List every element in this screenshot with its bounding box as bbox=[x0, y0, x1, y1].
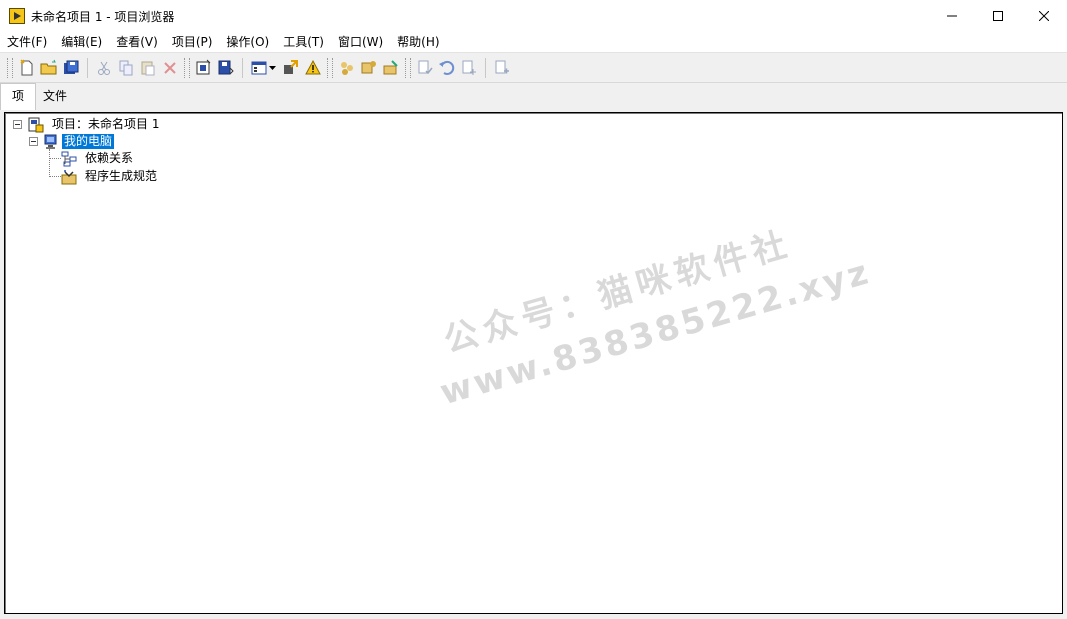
menu-help[interactable]: 帮助(H) bbox=[392, 32, 444, 52]
build-all-icon bbox=[361, 60, 376, 73]
toolbar-separator bbox=[485, 57, 486, 78]
minimize-icon bbox=[947, 15, 957, 17]
open-folder-icon bbox=[40, 59, 57, 74]
source-control-button[interactable] bbox=[414, 57, 436, 79]
toolbar-separator bbox=[87, 57, 88, 78]
check-in-icon bbox=[462, 60, 476, 75]
tree-row-dependencies[interactable]: 依赖关系 bbox=[61, 150, 135, 167]
project-properties-icon bbox=[196, 59, 211, 74]
menu-project[interactable]: 项目(P) bbox=[167, 32, 218, 52]
minimize-button[interactable] bbox=[929, 0, 975, 32]
save-all-button[interactable] bbox=[60, 57, 82, 79]
maximize-icon bbox=[993, 11, 1003, 21]
menu-bar: 文件(F) 编辑(E) 查看(V) 项目(P) 操作(O) 工具(T) 窗口(W… bbox=[0, 32, 1067, 53]
menu-view[interactable]: 查看(V) bbox=[111, 32, 163, 52]
menu-operate[interactable]: 操作(O) bbox=[221, 32, 274, 52]
chevron-down-icon bbox=[268, 65, 276, 70]
delete-icon bbox=[164, 61, 176, 74]
build-icon bbox=[341, 61, 353, 75]
undo-checkout-icon bbox=[439, 60, 455, 75]
build-button[interactable] bbox=[336, 57, 358, 79]
view-menu-button[interactable] bbox=[248, 57, 270, 79]
view-menu-dropdown[interactable] bbox=[268, 57, 276, 79]
tree-label-dependencies: 依赖关系 bbox=[85, 151, 134, 165]
computer-icon bbox=[44, 134, 57, 149]
delete-button[interactable] bbox=[159, 57, 181, 79]
dependencies-icon bbox=[61, 151, 77, 166]
menu-window[interactable]: 窗口(W) bbox=[333, 32, 388, 52]
close-button[interactable] bbox=[1021, 0, 1067, 32]
collapse-toggle[interactable] bbox=[29, 137, 38, 146]
add-to-source-button[interactable] bbox=[491, 57, 513, 79]
view-menu-icon bbox=[251, 61, 267, 74]
menu-file[interactable]: 文件(F) bbox=[2, 32, 52, 52]
tree-label-my-computer: 我的电脑 bbox=[62, 134, 115, 149]
toolbar-grip[interactable] bbox=[405, 57, 411, 78]
toolbar-separator bbox=[242, 57, 243, 78]
tree-label-build-specs: 程序生成规范 bbox=[85, 169, 158, 183]
toolbar bbox=[0, 53, 1067, 83]
warning-icon bbox=[305, 59, 321, 74]
clean-button[interactable] bbox=[380, 57, 402, 79]
new-icon bbox=[20, 58, 33, 75]
build-specifications-icon bbox=[61, 169, 77, 184]
maximize-button[interactable] bbox=[975, 0, 1021, 32]
deploy-button[interactable] bbox=[280, 57, 302, 79]
clean-icon bbox=[383, 59, 398, 74]
toolbar-grip[interactable] bbox=[327, 57, 333, 78]
undo-checkout-button[interactable] bbox=[436, 57, 458, 79]
source-control-icon bbox=[418, 60, 433, 74]
project-tree[interactable]: 项目：未命名项目 1 我的电脑 依赖关系 程序生成规范 bbox=[4, 112, 1063, 614]
deploy-icon bbox=[284, 59, 298, 74]
toolbar-grip[interactable] bbox=[7, 57, 13, 78]
labview-app-icon bbox=[9, 8, 25, 24]
tree-connector bbox=[49, 149, 50, 177]
project-icon bbox=[28, 117, 44, 132]
tree-row-my-computer[interactable]: 我的电脑 bbox=[29, 133, 115, 150]
project-properties-button[interactable] bbox=[193, 57, 215, 79]
paste-button[interactable] bbox=[137, 57, 159, 79]
save-all-icon bbox=[64, 60, 79, 74]
tree-row-build-specs[interactable]: 程序生成规范 bbox=[61, 168, 159, 185]
tab-files[interactable]: 文件 bbox=[35, 85, 75, 108]
paste-icon bbox=[141, 61, 155, 75]
tab-items[interactable]: 项 bbox=[0, 83, 36, 110]
warning-button[interactable] bbox=[302, 57, 324, 79]
tree-row-project-root[interactable]: 项目：未命名项目 1 bbox=[13, 116, 161, 133]
menu-edit[interactable]: 编辑(E) bbox=[56, 32, 107, 52]
build-all-button[interactable] bbox=[358, 57, 380, 79]
open-button[interactable] bbox=[38, 57, 60, 79]
add-to-source-icon bbox=[495, 60, 509, 73]
collapse-toggle[interactable] bbox=[13, 120, 22, 129]
title-bar: 未命名项目 1 - 项目浏览器 bbox=[0, 0, 1067, 32]
copy-button[interactable] bbox=[115, 57, 137, 79]
check-in-button[interactable] bbox=[458, 57, 480, 79]
save-project-button[interactable] bbox=[215, 57, 237, 79]
window-controls bbox=[929, 0, 1067, 32]
tree-connector bbox=[49, 176, 61, 177]
close-icon bbox=[1039, 11, 1049, 21]
menu-tools[interactable]: 工具(T) bbox=[278, 32, 329, 52]
new-button[interactable] bbox=[16, 57, 38, 79]
tab-bar: 项 文件 bbox=[0, 83, 1067, 110]
window-title: 未命名项目 1 - 项目浏览器 bbox=[31, 9, 175, 24]
cut-icon bbox=[98, 61, 110, 75]
toolbar-grip[interactable] bbox=[184, 57, 190, 78]
cut-button[interactable] bbox=[93, 57, 115, 79]
tree-label-project: 项目：未命名项目 1 bbox=[52, 117, 160, 131]
copy-icon bbox=[119, 60, 133, 75]
tree-connector bbox=[49, 158, 61, 159]
save-project-icon bbox=[218, 60, 234, 74]
